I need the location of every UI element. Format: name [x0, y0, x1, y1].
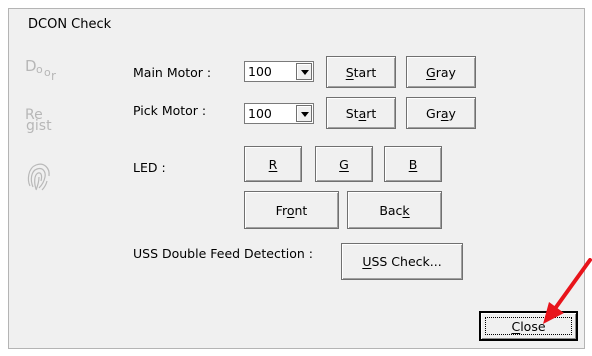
chevron-down-icon[interactable] [296, 63, 312, 80]
button-label: Gray [426, 105, 456, 121]
button-label: B [408, 156, 418, 172]
led-label: LED : [133, 160, 166, 175]
led-front-button[interactable]: Front [244, 191, 339, 229]
chevron-down-icon[interactable] [296, 105, 312, 122]
pick-motor-label: Pick Motor : [133, 103, 207, 118]
button-label: R [268, 156, 278, 172]
main-motor-select[interactable]: 100 [244, 61, 314, 82]
main-motor-gray-button[interactable]: Gray [406, 56, 476, 88]
button-label: Start [345, 105, 377, 121]
fingerprint-icon [24, 160, 54, 194]
annotation-arrow-icon [543, 258, 592, 324]
main-motor-value: 100 [248, 64, 272, 79]
button-label: Back [379, 202, 410, 218]
led-r-button[interactable]: R [244, 146, 302, 182]
uss-check-button[interactable]: USS Check... [341, 243, 463, 280]
door-icon: D o o r [25, 57, 56, 83]
pick-motor-gray-button[interactable]: Gray [406, 97, 476, 129]
pick-motor-select[interactable]: 100 [244, 103, 314, 124]
pick-motor-start-button[interactable]: Start [326, 97, 396, 129]
dialog-title: DCON Check [28, 17, 112, 32]
main-motor-label: Main Motor : [133, 65, 212, 80]
led-g-button[interactable]: G [315, 146, 373, 182]
button-label: Gray [426, 64, 456, 80]
led-b-button[interactable]: B [384, 146, 442, 182]
button-label: USS Check... [362, 254, 442, 269]
led-back-button[interactable]: Back [347, 191, 442, 229]
button-label: G [339, 156, 349, 172]
pick-motor-value: 100 [248, 106, 272, 121]
uss-label: USS Double Feed Detection : [133, 246, 313, 261]
button-label: Front [275, 202, 308, 218]
button-label: Start [345, 64, 377, 80]
main-motor-start-button[interactable]: Start [326, 56, 396, 88]
regist-icon: Re gist [25, 107, 52, 134]
